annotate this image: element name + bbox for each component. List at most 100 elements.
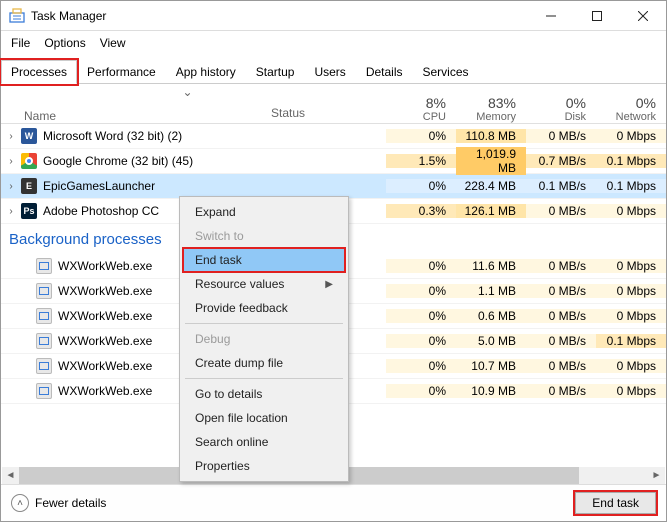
column-memory[interactable]: 83% Memory xyxy=(456,95,526,123)
minimize-button[interactable] xyxy=(528,1,574,31)
cell-memory: 0.6 MB xyxy=(456,309,526,323)
cell-network: 0 Mbps xyxy=(596,309,666,323)
cell-network: 0.1 Mbps xyxy=(596,179,666,193)
titlebar: Task Manager xyxy=(1,1,666,31)
tab-performance[interactable]: Performance xyxy=(77,60,166,84)
epic-icon: E xyxy=(21,178,37,194)
cell-network: 0 Mbps xyxy=(596,129,666,143)
maximize-button[interactable] xyxy=(574,1,620,31)
cell-memory: 126.1 MB xyxy=(456,204,526,218)
ctx-open-location[interactable]: Open file location xyxy=(183,406,345,430)
scroll-left-icon[interactable]: ◄ xyxy=(2,470,19,481)
cell-cpu: 0% xyxy=(386,284,456,298)
fewer-details-button[interactable]: ˄ Fewer details xyxy=(11,494,106,512)
photoshop-icon: Ps xyxy=(21,203,37,219)
cell-disk: 0 MB/s xyxy=(526,384,596,398)
column-cpu[interactable]: 8% CPU xyxy=(386,95,456,123)
cell-cpu: 0% xyxy=(386,179,456,193)
ctx-resource-values[interactable]: Resource values▶ xyxy=(183,272,345,296)
cell-network: 0.1 Mbps xyxy=(596,334,666,348)
cell-network: 0 Mbps xyxy=(596,284,666,298)
process-name: Adobe Photoshop CC xyxy=(43,204,159,218)
tab-processes[interactable]: Processes xyxy=(1,60,77,84)
column-disk[interactable]: 0% Disk xyxy=(526,95,596,123)
table-row[interactable]: › Google Chrome (32 bit) (45) 1.5% 1,019… xyxy=(1,149,666,174)
process-name: WXWorkWeb.exe xyxy=(58,359,152,373)
cell-network: 0 Mbps xyxy=(596,204,666,218)
column-network[interactable]: 0% Network xyxy=(596,95,666,123)
cell-memory: 228.4 MB xyxy=(456,179,526,193)
ctx-switch-to: Switch to xyxy=(183,224,345,248)
process-name: WXWorkWeb.exe xyxy=(58,284,152,298)
process-icon xyxy=(36,308,52,324)
chevron-right-icon[interactable]: › xyxy=(1,181,21,192)
chevron-up-icon: ˄ xyxy=(11,494,29,512)
cell-cpu: 1.5% xyxy=(386,154,456,168)
menu-file[interactable]: File xyxy=(11,36,30,50)
chevron-right-icon[interactable]: › xyxy=(1,206,21,217)
cell-disk: 0 MB/s xyxy=(526,334,596,348)
cell-cpu: 0% xyxy=(386,129,456,143)
word-icon: W xyxy=(21,128,37,144)
separator xyxy=(185,323,343,324)
cell-cpu: 0% xyxy=(386,384,456,398)
menu-options[interactable]: Options xyxy=(44,36,85,50)
sort-indicator-icon: ⌄ xyxy=(24,85,271,109)
cell-disk: 0.1 MB/s xyxy=(526,179,596,193)
column-name[interactable]: ⌄ Name xyxy=(21,85,271,123)
column-status[interactable]: Status xyxy=(271,106,386,123)
table-header: ⌄ Name Status 8% CPU 83% Memory 0% Disk … xyxy=(1,84,666,124)
cell-memory: 1.1 MB xyxy=(456,284,526,298)
cell-cpu: 0% xyxy=(386,309,456,323)
process-icon xyxy=(36,358,52,374)
cell-memory: 11.6 MB xyxy=(456,259,526,273)
scroll-right-icon[interactable]: ► xyxy=(648,470,665,481)
process-name: WXWorkWeb.exe xyxy=(58,309,152,323)
ctx-provide-feedback[interactable]: Provide feedback xyxy=(183,296,345,320)
cell-disk: 0 MB/s xyxy=(526,309,596,323)
ctx-expand[interactable]: Expand xyxy=(183,200,345,224)
footer: ˄ Fewer details End task xyxy=(1,484,666,521)
submenu-arrow-icon: ▶ xyxy=(325,279,333,290)
tab-users[interactable]: Users xyxy=(304,60,355,84)
tab-details[interactable]: Details xyxy=(356,60,413,84)
cell-cpu: 0.3% xyxy=(386,204,456,218)
tab-app-history[interactable]: App history xyxy=(166,60,246,84)
tab-services[interactable]: Services xyxy=(413,60,479,84)
cell-memory: 1,019.9 MB xyxy=(456,147,526,175)
ctx-end-task[interactable]: End task xyxy=(183,248,345,272)
ctx-debug: Debug xyxy=(183,327,345,351)
cell-disk: 0 MB/s xyxy=(526,129,596,143)
cell-disk: 0 MB/s xyxy=(526,204,596,218)
process-name: WXWorkWeb.exe xyxy=(58,334,152,348)
end-task-button[interactable]: End task xyxy=(575,492,656,514)
cell-network: 0 Mbps xyxy=(596,259,666,273)
chevron-right-icon[interactable]: › xyxy=(1,131,21,142)
cell-memory: 110.8 MB xyxy=(456,129,526,143)
menubar: File Options View xyxy=(1,33,666,53)
chevron-right-icon[interactable]: › xyxy=(1,156,21,167)
process-name: EpicGamesLauncher xyxy=(43,179,155,193)
tab-startup[interactable]: Startup xyxy=(246,60,305,84)
ctx-go-details[interactable]: Go to details xyxy=(183,382,345,406)
process-name: Google Chrome (32 bit) (45) xyxy=(43,154,193,168)
cell-disk: 0.7 MB/s xyxy=(526,154,596,168)
app-icon xyxy=(9,8,25,24)
ctx-properties[interactable]: Properties xyxy=(183,454,345,478)
ctx-create-dump[interactable]: Create dump file xyxy=(183,351,345,375)
cell-cpu: 0% xyxy=(386,334,456,348)
cell-memory: 10.7 MB xyxy=(456,359,526,373)
process-name: Microsoft Word (32 bit) (2) xyxy=(43,129,182,143)
cell-network: 0.1 Mbps xyxy=(596,154,666,168)
menu-view[interactable]: View xyxy=(100,36,126,50)
context-menu: Expand Switch to End task Resource value… xyxy=(179,196,349,482)
cell-disk: 0 MB/s xyxy=(526,359,596,373)
cell-network: 0 Mbps xyxy=(596,384,666,398)
ctx-search-online[interactable]: Search online xyxy=(183,430,345,454)
chrome-icon xyxy=(21,153,37,169)
table-row[interactable]: › W Microsoft Word (32 bit) (2) 0% 110.8 … xyxy=(1,124,666,149)
process-icon xyxy=(36,283,52,299)
process-icon xyxy=(36,258,52,274)
close-button[interactable] xyxy=(620,1,666,31)
cell-memory: 5.0 MB xyxy=(456,334,526,348)
